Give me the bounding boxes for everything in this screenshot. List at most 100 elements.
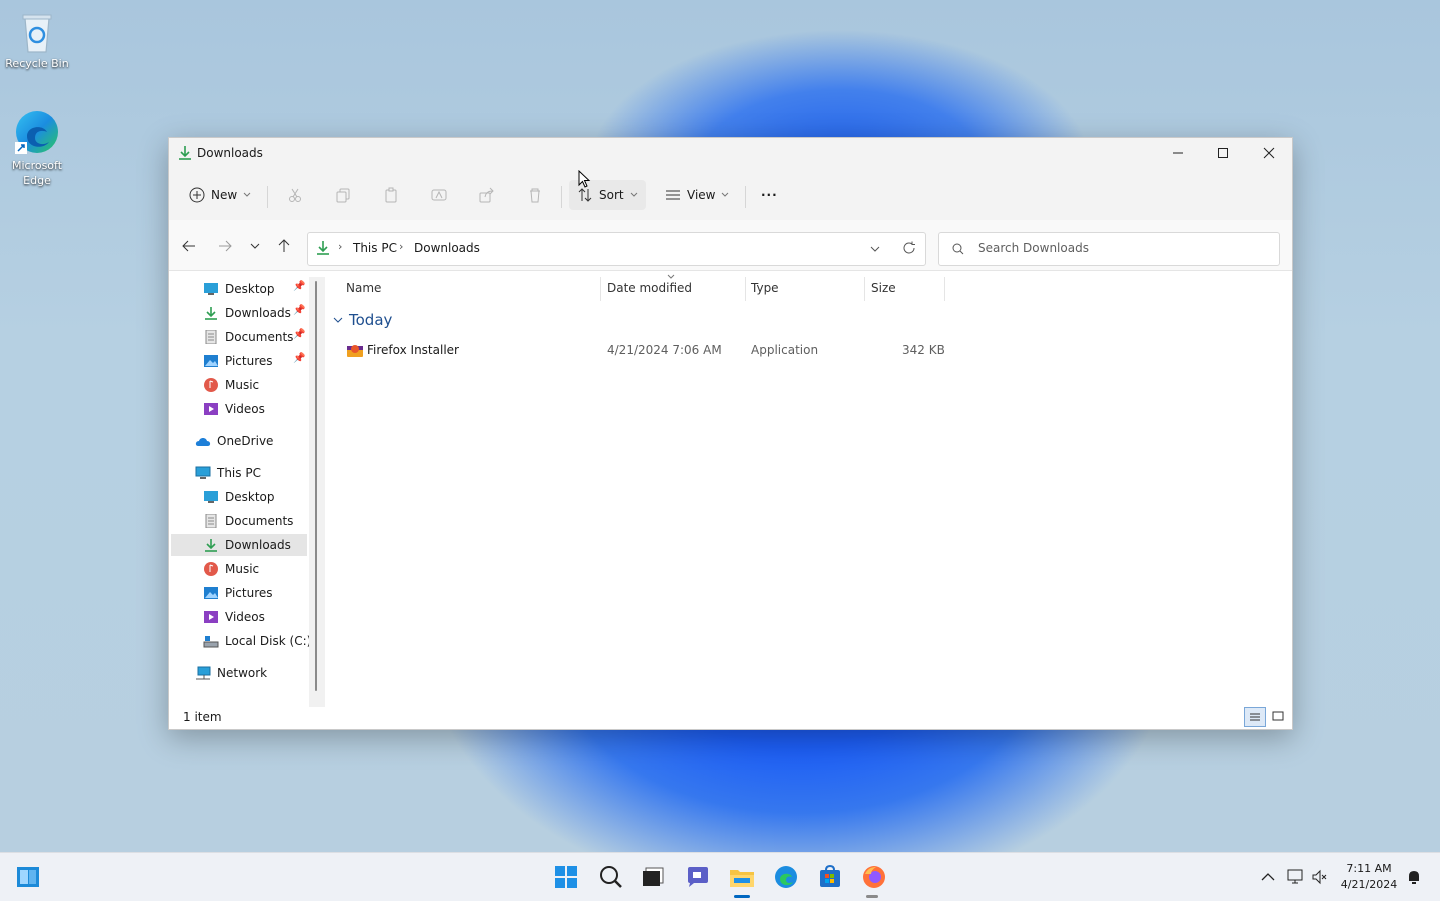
active-app-indicator [734,895,750,898]
sort-button-label: Sort [599,188,624,202]
breadcrumb-downloads[interactable]: Downloads [414,241,480,255]
sort-indicator-icon [667,274,675,279]
nav-scrollbar[interactable] [309,277,325,707]
share-button[interactable] [477,185,497,205]
more-icon: ··· [761,188,778,202]
desktop-folder-icon [204,491,218,503]
nav-item-network[interactable]: Network [195,662,267,684]
nav-item-music[interactable]: Music [203,558,259,580]
view-button[interactable]: View [665,180,729,210]
volume-tray-button[interactable] [1306,863,1334,891]
see-more-button[interactable]: ··· [761,180,778,210]
chat-button[interactable] [684,863,712,891]
group-label: Today [349,311,393,329]
new-button[interactable]: New [189,180,251,210]
taskbar: 7:11 AM 4/21/2024 [0,852,1440,901]
navigation-pane: Desktop 📌 Downloads 📌 Documents 📌 Pictur… [169,271,321,705]
rename-button[interactable] [429,185,449,205]
file-type: Application [751,343,819,357]
scroll-thumb[interactable] [315,281,317,691]
back-button[interactable] [179,236,199,256]
task-view-button[interactable] [640,863,668,891]
nav-item-label: Videos [225,610,265,624]
column-header-size[interactable]: Size [871,281,896,295]
nav-item-this-pc[interactable]: This PC [195,462,261,484]
large-icons-view-toggle[interactable] [1268,707,1288,725]
up-button[interactable] [274,236,294,256]
title-bar[interactable]: Downloads [169,138,1292,168]
file-explorer-taskbar-button[interactable] [728,863,756,891]
column-divider[interactable] [864,277,865,301]
breadcrumb-this-pc[interactable]: This PC [353,241,397,255]
column-header-type[interactable]: Type [751,281,779,295]
nav-item-label: Documents [225,330,294,344]
nav-item-documents[interactable]: Documents [203,510,293,532]
search-taskbar-button[interactable] [597,863,625,891]
recent-locations-button[interactable] [245,236,265,256]
refresh-icon[interactable] [902,241,916,255]
view-button-label: View [687,188,716,202]
search-icon [952,243,964,255]
group-header-today[interactable]: Today [333,311,392,329]
show-hidden-icons-button[interactable] [1254,863,1282,891]
network-icon [196,666,211,680]
nav-item-desktop-quick[interactable]: Desktop [203,278,275,300]
status-item-count: 1 item [183,710,222,724]
edge-taskbar-button[interactable] [772,863,800,891]
firefox-taskbar-button[interactable] [860,863,888,891]
nav-item-videos[interactable]: Videos [203,606,265,628]
maximize-button[interactable] [1200,138,1246,168]
column-divider[interactable] [600,277,601,301]
recycle-bin-icon [22,14,52,53]
column-header-name[interactable]: Name [346,281,381,295]
widgets-button[interactable] [14,863,42,891]
nav-item-onedrive[interactable]: OneDrive [195,430,273,452]
notifications-button[interactable] [1400,863,1428,891]
address-history-chevron-icon[interactable] [870,245,880,253]
nav-item-label: Desktop [225,490,275,504]
desktop-icon-recycle-bin[interactable]: Recycle Bin [1,10,73,71]
documents-icon [205,330,217,344]
search-icon [600,866,622,888]
column-header-date[interactable]: Date modified [607,281,692,295]
file-row[interactable]: Firefox Installer 4/21/2024 7:06 AM Appl… [345,339,955,361]
clock-date: 4/21/2024 [1340,878,1398,891]
nav-item-documents-quick[interactable]: Documents [203,326,293,348]
start-button[interactable] [552,863,580,891]
videos-icon [204,403,218,415]
nav-item-pictures-quick[interactable]: Pictures [203,350,273,372]
nav-item-downloads-selected[interactable]: Downloads [171,534,307,556]
nav-item-desktop[interactable]: Desktop [203,486,275,508]
file-date: 4/21/2024 7:06 AM [607,343,722,357]
nav-item-local-disk[interactable]: Local Disk (C:) [203,630,311,652]
desktop-icon-edge[interactable]: Microsoft Edge [1,108,73,188]
downloads-icon [317,241,329,255]
column-divider[interactable] [944,277,945,301]
close-button[interactable] [1246,138,1292,168]
edge-icon [15,111,58,154]
nav-item-downloads-quick[interactable]: Downloads [203,302,291,324]
details-view-toggle[interactable] [1244,707,1266,727]
search-box[interactable]: Search Downloads [938,232,1280,266]
delete-button[interactable] [525,185,545,205]
address-bar[interactable]: › This PC › Downloads [307,232,926,266]
task-view-icon [643,867,664,886]
minimize-button[interactable] [1155,138,1201,168]
nav-item-label: Desktop [225,282,275,296]
network-tray-button[interactable] [1281,863,1309,891]
forward-button[interactable] [215,236,235,256]
tiles-view-icon [1272,711,1284,721]
teams-chat-icon [688,867,708,887]
copy-button[interactable] [333,185,353,205]
clock[interactable]: 7:11 AM 4/21/2024 [1336,861,1402,893]
music-icon [204,562,218,576]
column-divider[interactable] [745,277,746,301]
nav-item-music-quick[interactable]: Music [203,374,259,396]
music-icon [204,378,218,392]
nav-item-pictures[interactable]: Pictures [203,582,273,604]
paste-button[interactable] [381,185,401,205]
store-taskbar-button[interactable] [816,863,844,891]
cut-button[interactable] [285,185,305,205]
window-title: Downloads [197,146,263,160]
nav-item-videos-quick[interactable]: Videos [203,398,265,420]
